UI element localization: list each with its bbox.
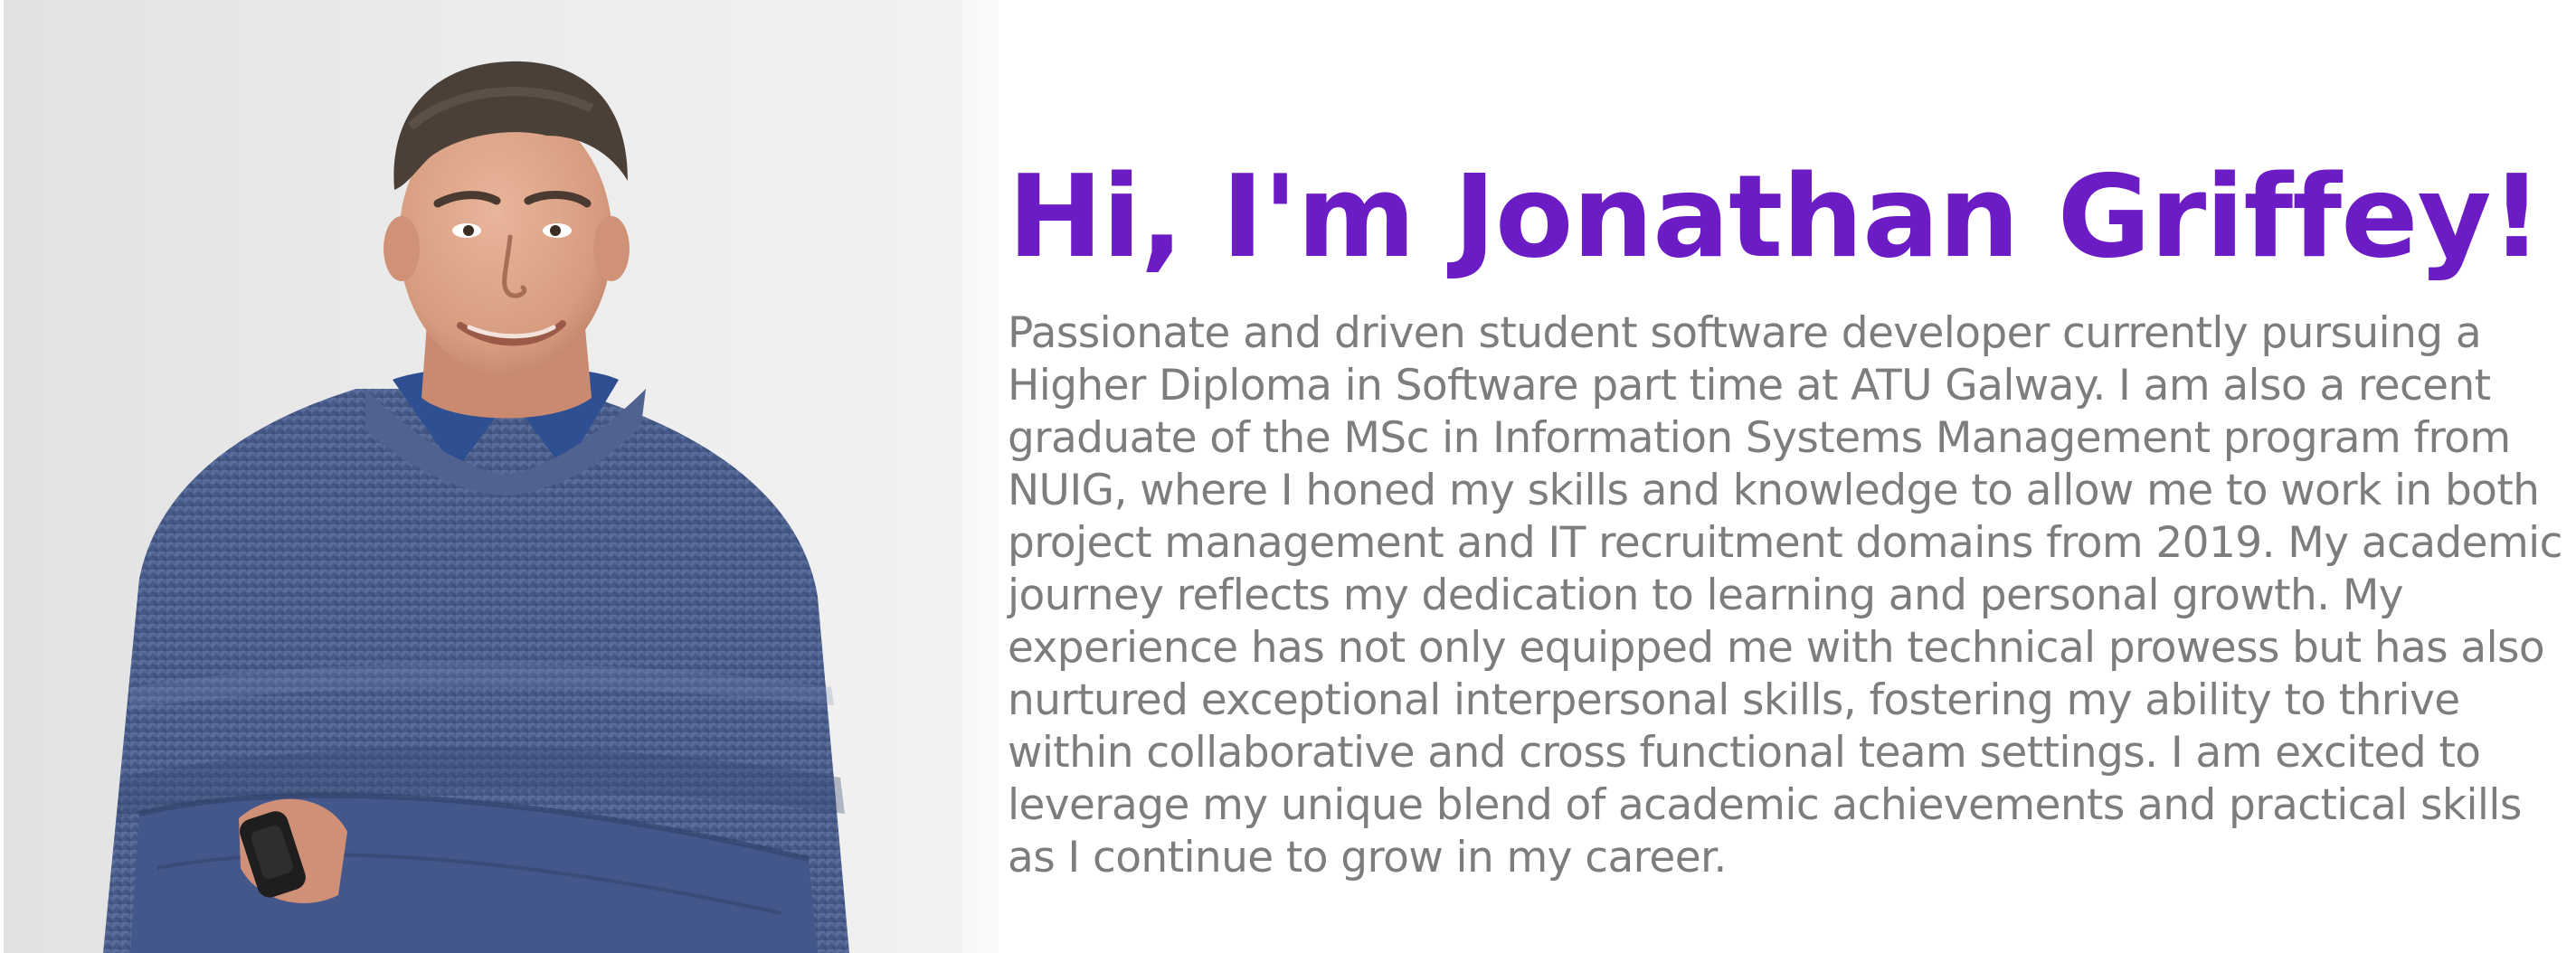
profile-photo xyxy=(4,0,999,953)
about-section: Hi, I'm Jonathan Griffey! Passionate and… xyxy=(0,0,2576,953)
page-title: Hi, I'm Jonathan Griffey! xyxy=(1008,150,2543,283)
headline-row: Hi, I'm Jonathan Griffey! xyxy=(1008,145,2563,289)
intro-text-block: Hi, I'm Jonathan Griffey! Passionate and… xyxy=(1008,145,2563,884)
bio-paragraph: Passionate and driven student software d… xyxy=(1008,308,2562,882)
